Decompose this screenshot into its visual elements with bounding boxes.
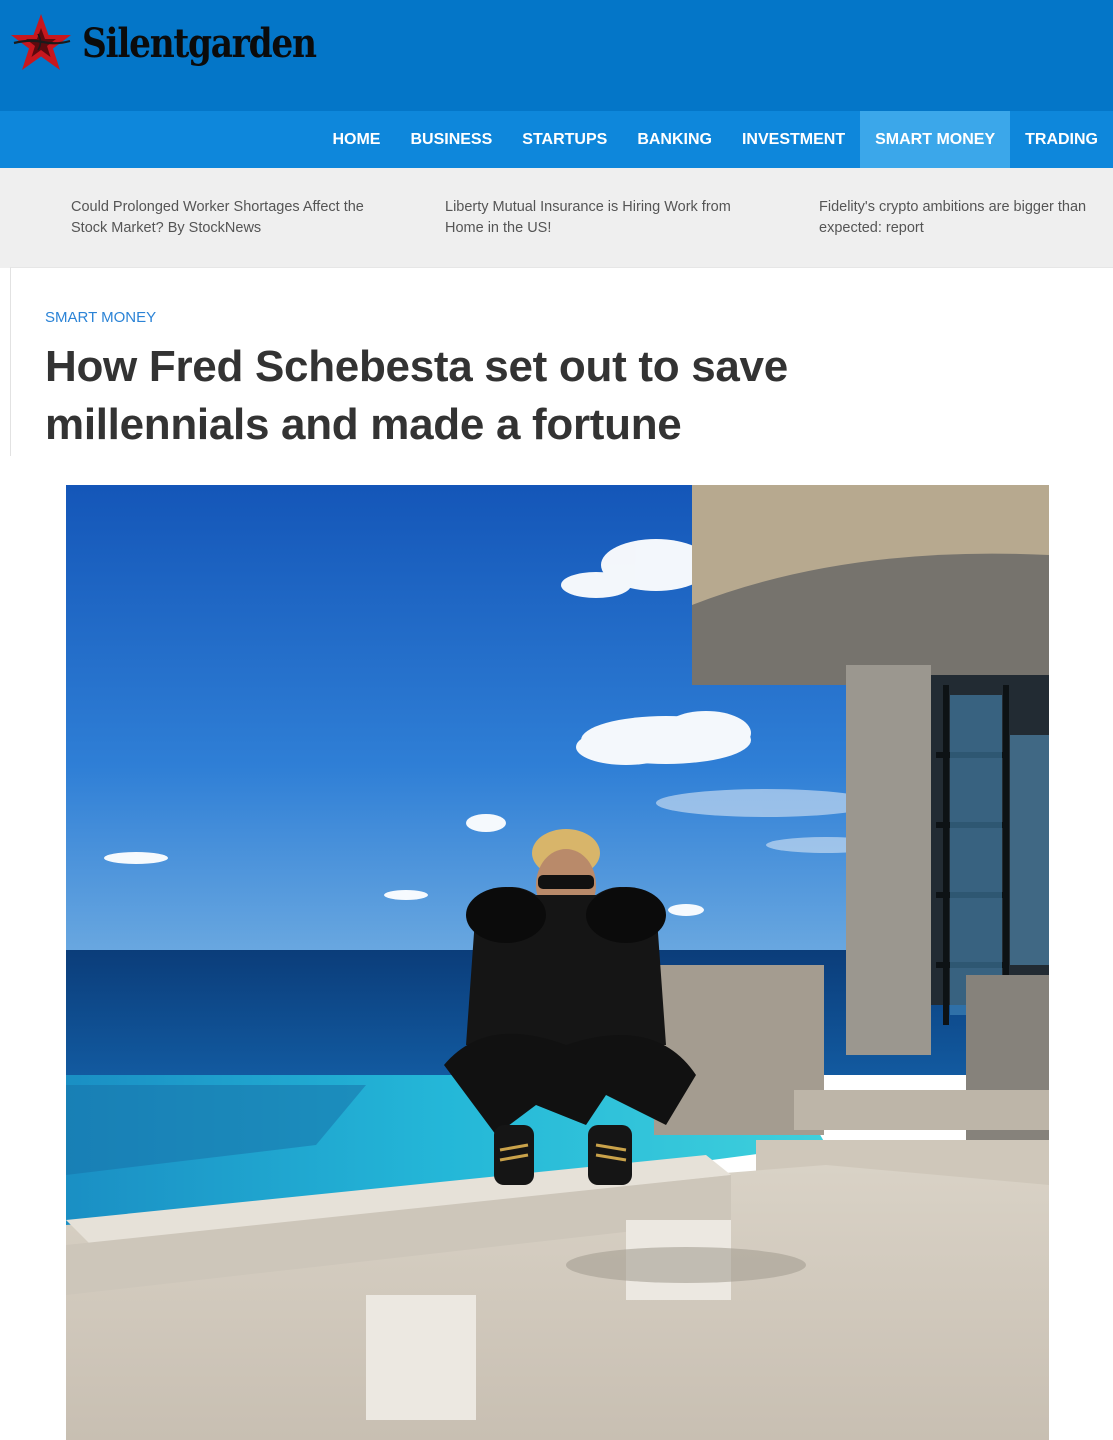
site-logo[interactable]: Silentgarden (8, 12, 354, 74)
article-header: SMART MONEY How Fred Schebesta set out t… (10, 267, 1113, 456)
site-header: Silentgarden (0, 0, 1113, 111)
article-title: How Fred Schebesta set out to save mille… (45, 342, 788, 449)
nav-item-investment[interactable]: INVESTMENT (727, 111, 860, 168)
article-category-link[interactable]: SMART MONEY (45, 309, 156, 326)
site-name: Silentgarden (82, 19, 317, 67)
ticker-link[interactable]: Fidelity's crypto ambitions are bigger t… (819, 197, 1113, 239)
nav-item-banking[interactable]: BANKING (622, 111, 727, 168)
nav-item-business[interactable]: BUSINESS (395, 111, 507, 168)
main-navigation: HOME BUSINESS STARTUPS BANKING INVESTMEN… (0, 111, 1113, 168)
nav-item-home[interactable]: HOME (317, 111, 395, 168)
nav-item-startups[interactable]: STARTUPS (507, 111, 622, 168)
ticker-link[interactable]: Liberty Mutual Insurance is Hiring Work … (445, 197, 745, 239)
nav-menu: HOME BUSINESS STARTUPS BANKING INVESTMEN… (317, 111, 1113, 168)
article-hero-image (66, 485, 1049, 1440)
ticker-link[interactable]: Could Prolonged Worker Shortages Affect … (71, 197, 371, 239)
nav-item-trading[interactable]: TRADING (1010, 111, 1113, 168)
star-logo-icon (11, 14, 71, 70)
nav-item-smart-money[interactable]: SMART MONEY (860, 111, 1011, 168)
news-ticker: Could Prolonged Worker Shortages Affect … (0, 168, 1113, 268)
